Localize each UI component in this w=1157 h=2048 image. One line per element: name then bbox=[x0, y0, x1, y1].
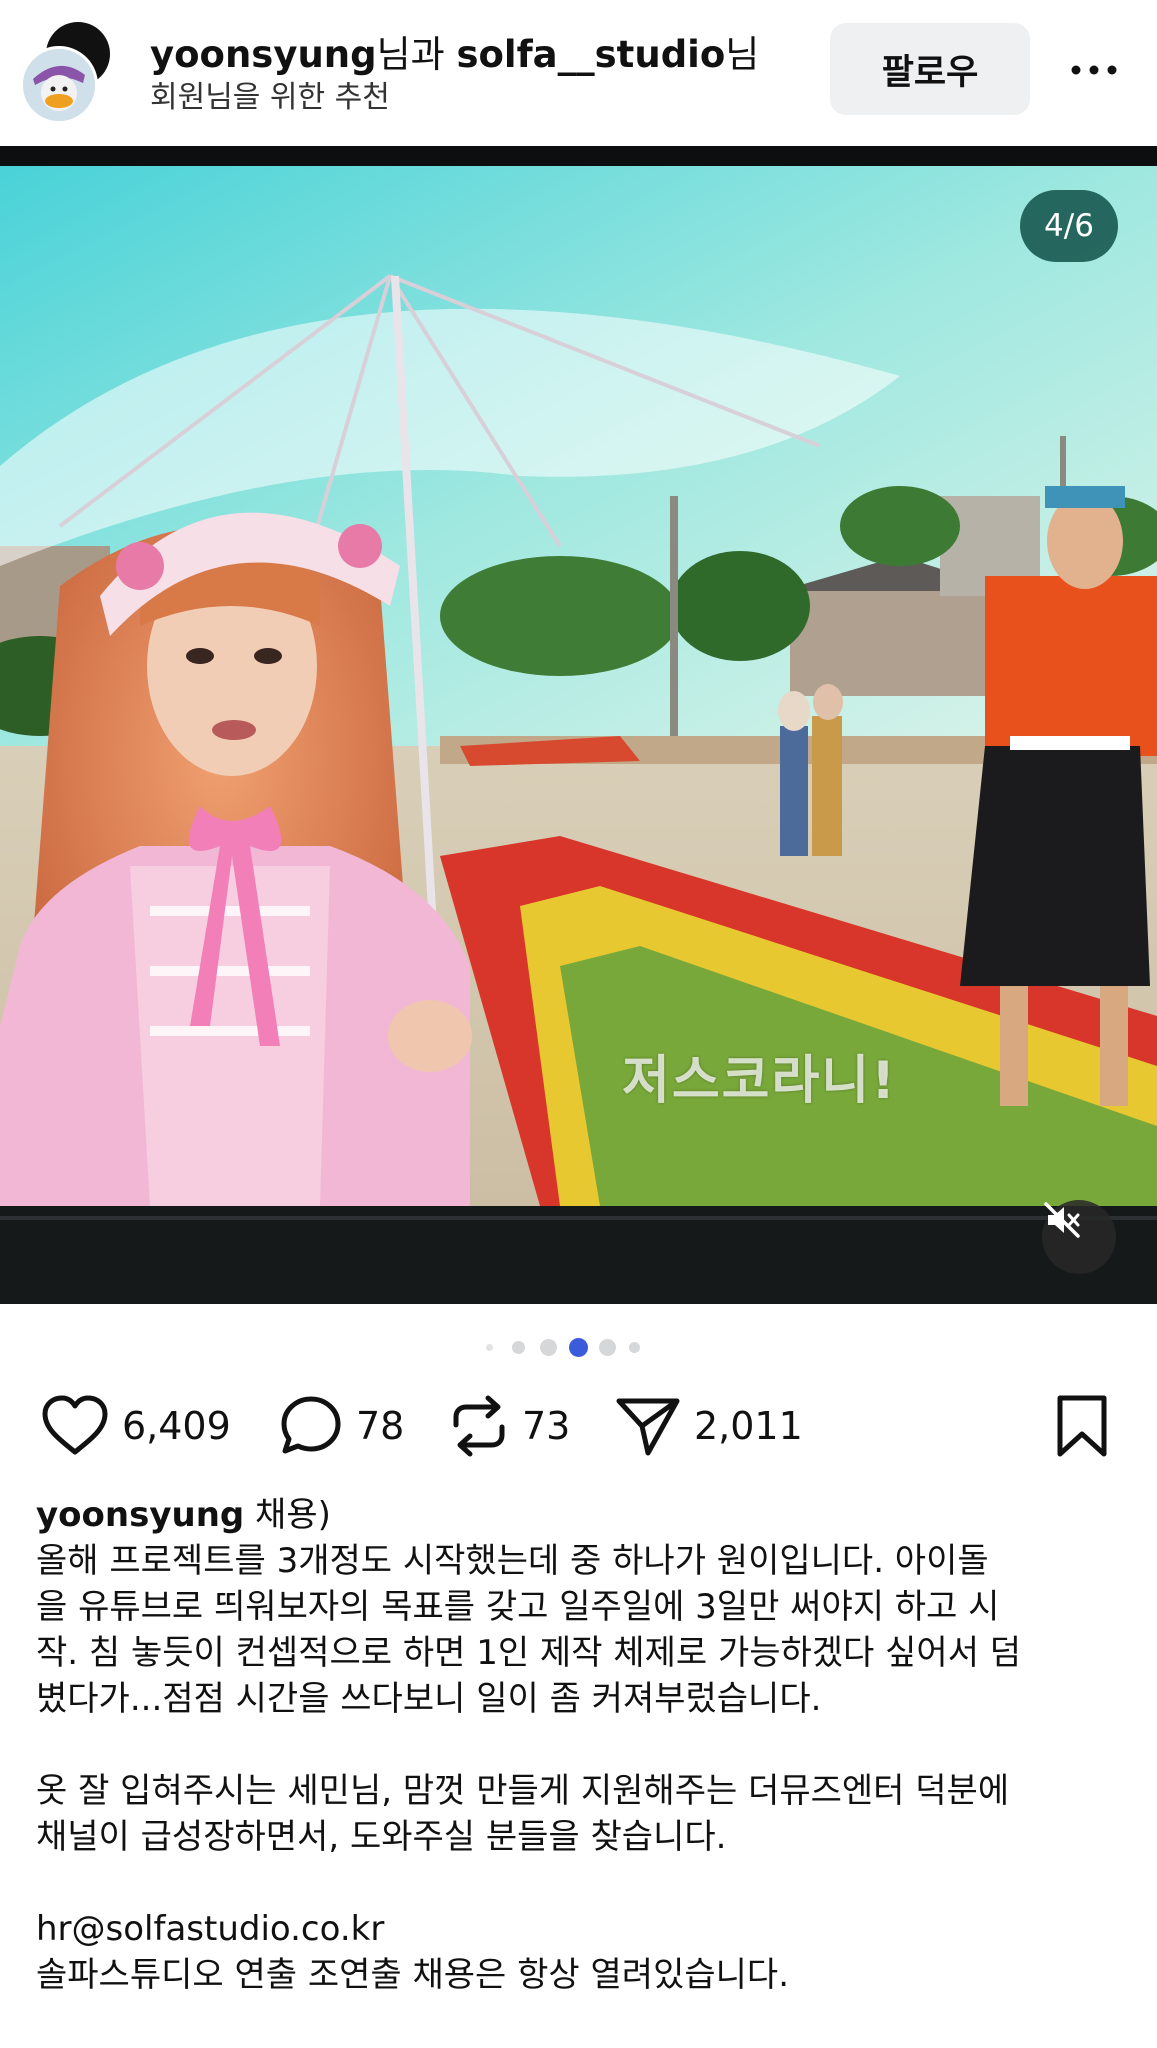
carousel-dot bbox=[540, 1339, 557, 1356]
avatar-primary bbox=[20, 46, 98, 124]
caption-line: 올해 프로젝트를 3개정도 시작했는데 중 하나가 원이입니다. 아이돌 bbox=[36, 1541, 989, 1581]
carousel-dot bbox=[629, 1342, 640, 1353]
heart-icon[interactable] bbox=[40, 1394, 110, 1458]
carousel-indicator bbox=[480, 1336, 680, 1358]
bookmark-icon bbox=[1057, 1395, 1107, 1457]
carousel-dot-active bbox=[569, 1338, 588, 1357]
post-media[interactable]: 저스코라니! 4/6 bbox=[0, 146, 1157, 1304]
caption-title: 채용) bbox=[244, 1495, 331, 1535]
comment-count: 78 bbox=[356, 1404, 405, 1448]
author-username-1[interactable]: yoonsyung bbox=[150, 33, 377, 76]
caption-heading: yoonsyung 채용) bbox=[36, 1492, 1126, 1538]
repost-action[interactable]: 73 bbox=[448, 1386, 570, 1466]
post-actions: 6,409 78 73 2,011 bbox=[0, 1386, 1157, 1466]
avatar[interactable] bbox=[20, 22, 112, 124]
caption-line: 볐다가...점점 시간을 쓰다보니 일이 좀 커져부렀습니다. bbox=[36, 1679, 822, 1719]
mute-button[interactable] bbox=[1042, 1200, 1116, 1274]
repost-count: 73 bbox=[522, 1404, 571, 1448]
carousel-dot bbox=[486, 1344, 493, 1351]
recommendation-label: 회원님을 위한 추천 bbox=[150, 80, 390, 115]
author-connector: 님과 bbox=[376, 33, 457, 76]
video-frame bbox=[0, 146, 1157, 1304]
author-username-2[interactable]: solfa__studio bbox=[456, 33, 725, 76]
muted-speaker-icon bbox=[1044, 1202, 1080, 1238]
save-button[interactable] bbox=[1052, 1394, 1112, 1462]
like-action[interactable]: 6,409 bbox=[40, 1386, 231, 1466]
share-action[interactable]: 2,011 bbox=[614, 1386, 803, 1466]
caption-line: 작. 침 놓듯이 컨셉적으로 하면 1인 제작 체제로 가능하겠다 싶어서 덤 bbox=[36, 1633, 1022, 1673]
post-header: yoonsyung님과 solfa__studio님 회원님을 위한 추천 팔로… bbox=[0, 0, 1157, 146]
comment-action[interactable]: 78 bbox=[278, 1386, 404, 1466]
carousel-dot bbox=[512, 1341, 525, 1354]
more-horizontal-icon bbox=[1071, 65, 1117, 75]
like-count: 6,409 bbox=[122, 1404, 231, 1448]
duck-avatar-icon bbox=[23, 49, 95, 121]
caption-line: 을 유튜브로 띄워보자의 목표를 갖고 일주일에 3일만 써야지 하고 시 bbox=[36, 1587, 1000, 1627]
more-options-button[interactable] bbox=[1066, 50, 1122, 90]
follow-button[interactable]: 팔로우 bbox=[830, 23, 1030, 115]
send-icon[interactable] bbox=[614, 1393, 682, 1459]
repost-icon[interactable] bbox=[448, 1393, 510, 1459]
author-suffix: 님 bbox=[725, 33, 760, 76]
comment-icon[interactable] bbox=[278, 1393, 344, 1459]
caption-username[interactable]: yoonsyung bbox=[36, 1495, 244, 1535]
media-counter-badge: 4/6 bbox=[1020, 190, 1118, 262]
carousel-dot bbox=[599, 1339, 616, 1356]
caption-line: 솔파스튜디오 연출 조연출 채용은 항상 열려있습니다. bbox=[36, 1955, 790, 1995]
caption-email[interactable]: hr@solfastudio.co.kr bbox=[36, 1906, 1126, 1952]
post-author-line[interactable]: yoonsyung님과 solfa__studio님 bbox=[150, 24, 759, 78]
post-caption: yoonsyung 채용) 올해 프로젝트를 3개정도 시작했는데 중 하나가 … bbox=[36, 1492, 1126, 1998]
caption-line: 옷 잘 입혀주시는 세민님, 맘껏 만들게 지원해주는 더뮤즈엔터 덕분에 bbox=[36, 1771, 1010, 1811]
caption-line: 채널이 급성장하면서, 도와주실 분들을 찾습니다. bbox=[36, 1817, 727, 1857]
share-count: 2,011 bbox=[694, 1404, 803, 1448]
video-subtitle: 저스코라니! bbox=[622, 1051, 897, 1111]
